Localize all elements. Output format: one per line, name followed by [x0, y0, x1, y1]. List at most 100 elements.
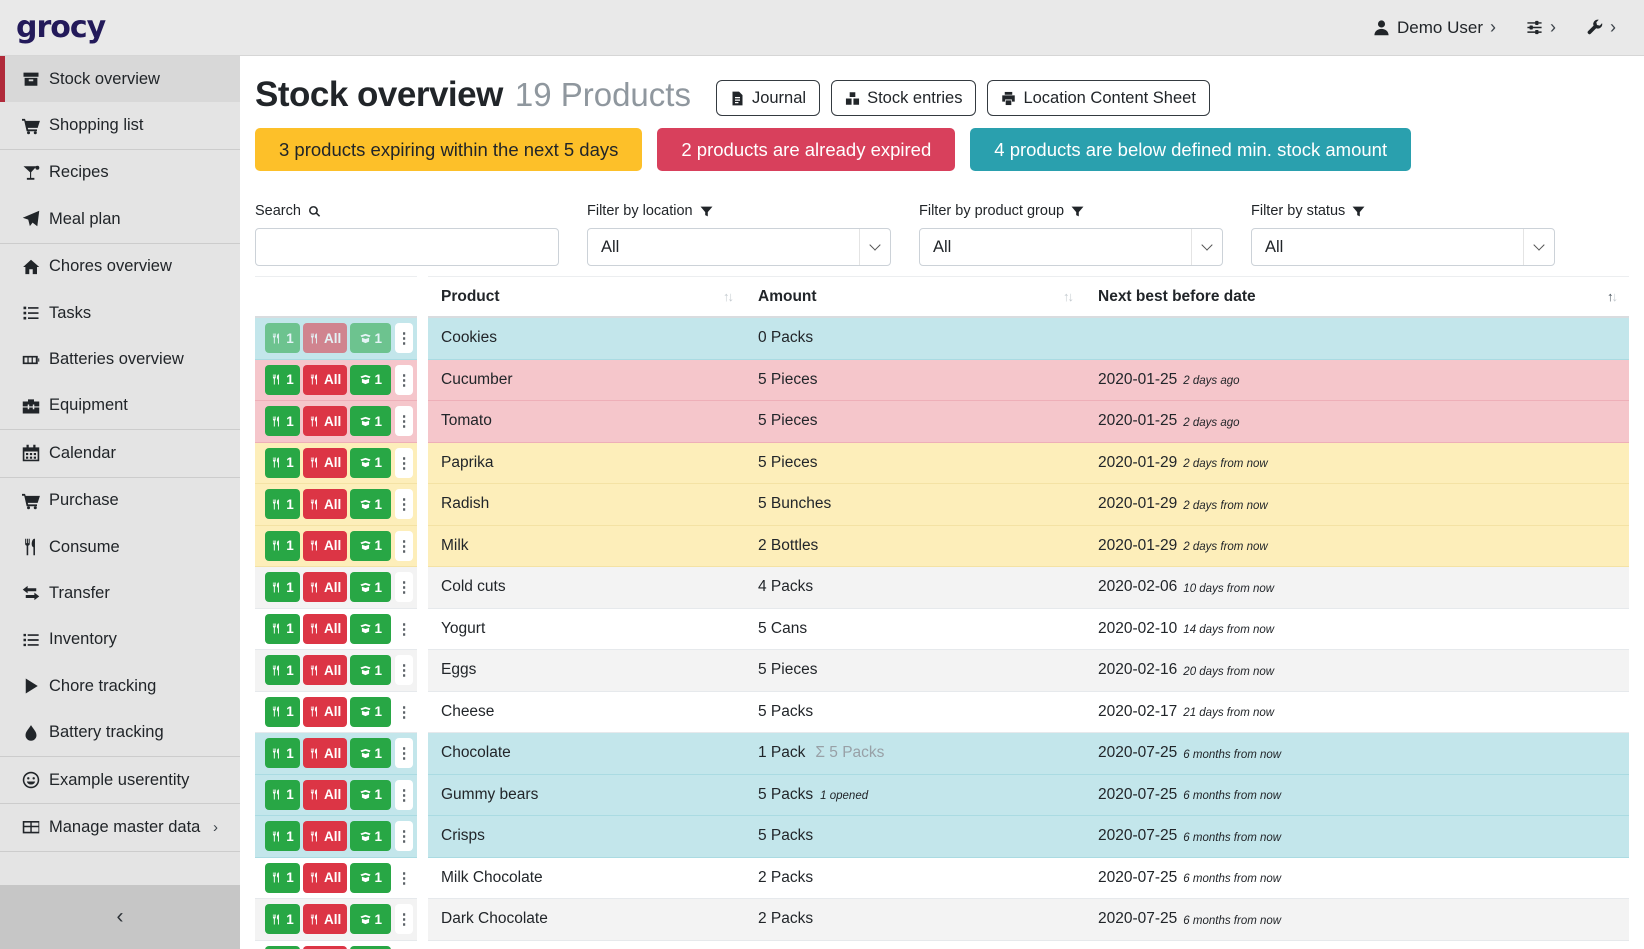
amount-value: 2 Packs — [758, 910, 813, 928]
utensils-icon — [271, 872, 282, 883]
consume-one-button[interactable]: 1 — [265, 323, 300, 353]
row-menu-button[interactable]: ⋮ — [395, 821, 414, 851]
alert-expired[interactable]: 2 products are already expired — [657, 128, 955, 171]
sidebar-item-tasks[interactable]: Tasks — [0, 290, 240, 336]
consume-all-button[interactable]: All — [303, 572, 346, 602]
sidebar-item-battery-tracking[interactable]: Battery tracking — [0, 709, 240, 755]
sidebar-item-meal-plan[interactable]: Meal plan — [0, 196, 240, 242]
alert-below-min-stock[interactable]: 4 products are below defined min. stock … — [970, 128, 1411, 171]
sidebar-item-stock-overview[interactable]: Stock overview — [0, 56, 240, 102]
consume-one-button[interactable]: 1 — [265, 489, 300, 519]
consume-one-button[interactable]: 1 — [265, 365, 300, 395]
consume-one-button[interactable]: 1 — [265, 448, 300, 478]
row-actions: 1All1⋮ — [255, 650, 417, 692]
alert-expiring-soon[interactable]: 3 products expiring within the next 5 da… — [255, 128, 642, 171]
sidebar-item-transfer[interactable]: Transfer — [0, 570, 240, 616]
sidebar-item-calendar[interactable]: Calendar — [0, 430, 240, 476]
open-one-button[interactable]: 1 — [350, 365, 391, 395]
row-menu-button[interactable]: ⋮ — [395, 697, 414, 727]
open-one-button[interactable]: 1 — [350, 489, 391, 519]
row-menu-button[interactable]: ⋮ — [395, 323, 414, 353]
open-one-button[interactable]: 1 — [350, 904, 391, 934]
consume-all-button[interactable]: All — [303, 489, 346, 519]
consume-one-button[interactable]: 1 — [265, 406, 300, 436]
row-menu-button[interactable]: ⋮ — [395, 863, 414, 893]
product-group-filter-select[interactable]: All — [919, 228, 1223, 266]
consume-all-button[interactable]: All — [303, 655, 346, 685]
row-menu-button[interactable]: ⋮ — [395, 531, 414, 561]
row-menu-button[interactable]: ⋮ — [395, 489, 414, 519]
location-filter-label: Filter by location — [587, 203, 891, 219]
sidebar-collapse-button[interactable]: ‹ — [0, 885, 240, 949]
consume-all-button[interactable]: All — [303, 614, 346, 644]
consume-one-button[interactable]: 1 — [265, 531, 300, 561]
sidebar-item-shopping-list[interactable]: Shopping list — [0, 102, 240, 148]
search-input[interactable] — [255, 228, 559, 266]
sidebar-item-batteries-overview[interactable]: Batteries overview — [0, 336, 240, 382]
sidebar-item-chores-overview[interactable]: Chores overview — [0, 244, 240, 290]
consume-one-button[interactable]: 1 — [265, 821, 300, 851]
sidebar-item-purchase[interactable]: Purchase — [0, 478, 240, 524]
row-menu-button[interactable]: ⋮ — [395, 448, 414, 478]
row-menu-button[interactable]: ⋮ — [395, 614, 414, 644]
open-one-button[interactable]: 1 — [350, 531, 391, 561]
open-one-button[interactable]: 1 — [350, 448, 391, 478]
location-filter-select[interactable]: All — [587, 228, 891, 266]
stock-entries-button[interactable]: Stock entries — [831, 80, 976, 116]
open-one-button[interactable]: 1 — [350, 614, 391, 644]
consume-all-button[interactable]: All — [303, 863, 346, 893]
consume-one-button[interactable]: 1 — [265, 697, 300, 727]
open-one-button[interactable]: 1 — [350, 572, 391, 602]
sidebar-item-chore-tracking[interactable]: Chore tracking — [0, 663, 240, 709]
consume-all-button[interactable]: All — [303, 697, 346, 727]
open-one-button[interactable]: 1 — [350, 738, 391, 768]
admin-menu[interactable]: › — [1586, 19, 1616, 36]
open-one-button[interactable]: 1 — [350, 821, 391, 851]
consume-all-button[interactable]: All — [303, 738, 346, 768]
consume-all-button[interactable]: All — [303, 904, 346, 934]
row-menu-button[interactable]: ⋮ — [395, 904, 414, 934]
consume-one-button[interactable]: 1 — [265, 572, 300, 602]
consume-one-button[interactable]: 1 — [265, 863, 300, 893]
open-one-button[interactable]: 1 — [350, 863, 391, 893]
consume-all-button[interactable]: All — [303, 531, 346, 561]
consume-one-button[interactable]: 1 — [265, 780, 300, 810]
settings-menu[interactable]: › — [1526, 19, 1556, 36]
sidebar-item-consume[interactable]: Consume — [0, 524, 240, 570]
consume-all-button[interactable]: All — [303, 365, 346, 395]
consume-all-button[interactable]: All — [303, 821, 346, 851]
row-menu-button[interactable]: ⋮ — [395, 572, 414, 602]
open-one-button[interactable]: 1 — [350, 323, 391, 353]
consume-one-button[interactable]: 1 — [265, 655, 300, 685]
consume-one-button[interactable]: 1 — [265, 904, 300, 934]
row-menu-button[interactable]: ⋮ — [395, 406, 414, 436]
row-menu-button[interactable]: ⋮ — [395, 780, 414, 810]
open-one-button[interactable]: 1 — [350, 406, 391, 436]
amount-cell: 5 Pieces — [745, 360, 1085, 402]
sidebar-item-equipment[interactable]: Equipment — [0, 383, 240, 429]
consume-all-button[interactable]: All — [303, 780, 346, 810]
consume-all-button[interactable]: All — [303, 448, 346, 478]
amount-column-header[interactable]: Amount ↑↓ — [745, 276, 1085, 318]
date-column-header[interactable]: Next best before date ↑↓ — [1085, 276, 1629, 318]
sidebar-item-example-userentity[interactable]: Example userentity — [0, 757, 240, 803]
row-menu-button[interactable]: ⋮ — [395, 365, 414, 395]
location-content-sheet-button[interactable]: Location Content Sheet — [987, 80, 1209, 116]
row-menu-button[interactable]: ⋮ — [395, 655, 414, 685]
journal-button[interactable]: Journal — [716, 80, 820, 116]
sidebar-item-recipes[interactable]: Recipes — [0, 150, 240, 196]
consume-one-button[interactable]: 1 — [265, 738, 300, 768]
consume-all-button[interactable]: All — [303, 406, 346, 436]
grocy-logo[interactable]: grocy — [16, 10, 105, 45]
open-one-button[interactable]: 1 — [350, 655, 391, 685]
row-menu-button[interactable]: ⋮ — [395, 738, 414, 768]
open-one-button[interactable]: 1 — [350, 697, 391, 727]
sidebar-item-inventory[interactable]: Inventory — [0, 617, 240, 663]
consume-one-button[interactable]: 1 — [265, 614, 300, 644]
open-one-button[interactable]: 1 — [350, 780, 391, 810]
status-filter-select[interactable]: All — [1251, 228, 1555, 266]
sidebar-item-manage-master-data[interactable]: Manage master data› — [0, 804, 240, 850]
product-column-header[interactable]: Product ↑↓ — [428, 276, 745, 318]
user-menu[interactable]: Demo User › — [1373, 18, 1496, 38]
consume-all-button[interactable]: All — [303, 323, 346, 353]
